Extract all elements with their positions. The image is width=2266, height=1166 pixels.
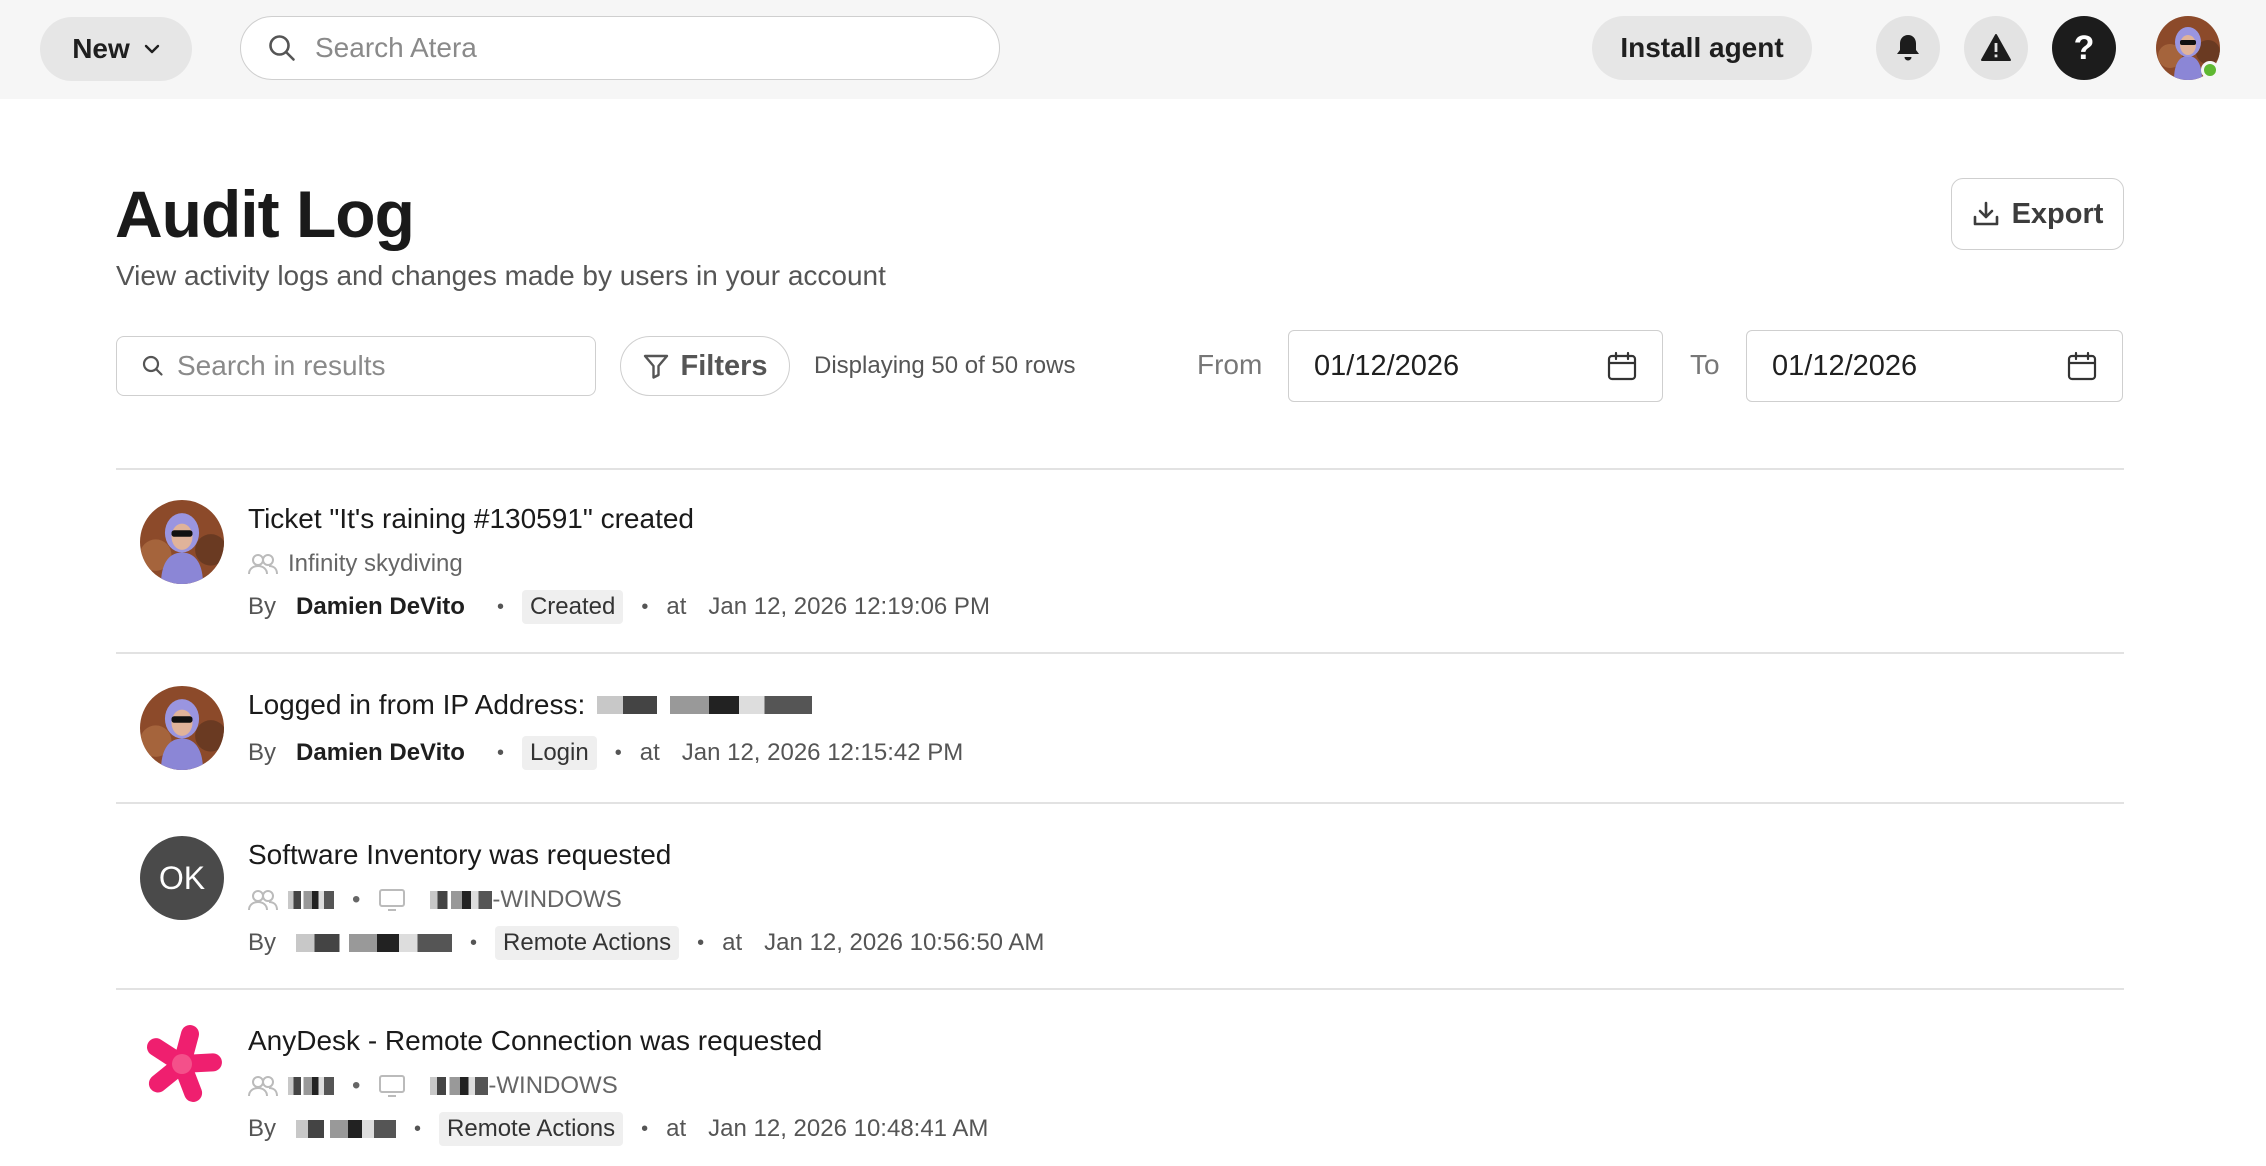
entry-timestamp: Jan 12, 2026 10:48:41 AM — [708, 1115, 989, 1142]
install-agent-button[interactable]: Install agent — [1592, 16, 1812, 80]
row-count: Displaying 50 of 50 rows — [814, 352, 1076, 379]
entry-user-name[interactable]: Damien DeVito — [296, 593, 465, 621]
redacted-ip-address — [597, 696, 813, 714]
to-date-value: 01/12/2026 — [1772, 349, 1918, 382]
redacted-customer — [288, 1077, 334, 1095]
by-label: By — [248, 929, 277, 956]
entry-title[interactable]: Logged in from IP Address: — [248, 689, 813, 721]
entry-action-tag: Login — [521, 736, 597, 770]
entry-customer[interactable]: Infinity skydiving — [288, 550, 463, 578]
by-label: By — [248, 593, 277, 620]
entry-action-tag: Remote Actions — [439, 1112, 624, 1146]
search-icon — [269, 35, 295, 61]
help-button[interactable]: ? — [2052, 16, 2116, 80]
entry-user-avatar — [140, 500, 224, 584]
online-status-indicator — [2201, 61, 2219, 79]
entry-timestamp: Jan 12, 2026 12:15:42 PM — [681, 739, 964, 766]
calendar-icon[interactable] — [1606, 350, 1638, 382]
device-suffix: -WINDOWS — [488, 1072, 618, 1099]
entry-user-avatar: OK — [140, 836, 224, 920]
anydesk-logo — [140, 1022, 224, 1106]
redacted-user-name — [296, 934, 453, 952]
redacted-user-name — [296, 1120, 397, 1138]
chevron-down-icon — [144, 44, 159, 54]
export-button[interactable]: Export — [1951, 178, 2124, 250]
filters-label: Filters — [680, 349, 768, 382]
at-label: at — [666, 1115, 687, 1142]
entry-user-avatar — [140, 686, 224, 770]
at-label: at — [722, 929, 743, 956]
list-divider — [116, 988, 2124, 990]
global-search-input[interactable] — [315, 32, 915, 64]
entry-meta: • -WINDOWS — [248, 1072, 618, 1100]
results-search-input[interactable] — [177, 350, 577, 382]
entry-byline: By Damien DeVito • Created • at Jan 12, … — [248, 590, 990, 624]
entry-timestamp: Jan 12, 2026 10:56:50 AM — [764, 929, 1045, 956]
entry-title[interactable]: Software Inventory was requested — [248, 839, 671, 871]
results-search-box[interactable] — [116, 336, 596, 396]
at-label: at — [666, 593, 687, 620]
to-date-field[interactable]: 01/12/2026 — [1746, 330, 2123, 402]
global-search-box[interactable] — [240, 16, 1000, 80]
list-divider — [116, 802, 2124, 804]
from-date-field[interactable]: 01/12/2026 — [1288, 330, 1663, 402]
from-label: From — [1197, 349, 1263, 380]
entry-device[interactable]: -WINDOWS — [430, 886, 622, 914]
entry-action-tag: Created — [521, 590, 624, 624]
page-title: Audit Log — [115, 177, 415, 251]
alerts-button[interactable] — [1964, 16, 2028, 80]
redacted-customer — [288, 891, 334, 909]
search-icon — [142, 355, 163, 376]
entry-byline: By • Remote Actions • at Jan 12, 2026 10… — [248, 926, 1044, 960]
page-subtitle: View activity logs and changes made by u… — [116, 260, 886, 291]
new-button-label: New — [72, 33, 130, 64]
bell-icon — [1897, 35, 1919, 61]
entry-title[interactable]: Ticket "It's raining #130591" created — [248, 503, 694, 535]
monitor-icon — [379, 889, 406, 911]
from-date-value: 01/12/2026 — [1314, 349, 1460, 382]
at-label: at — [639, 739, 660, 766]
entry-title[interactable]: AnyDesk - Remote Connection was requeste… — [248, 1025, 822, 1057]
users-icon — [248, 1076, 278, 1097]
entry-user-name[interactable]: Damien DeVito — [296, 739, 465, 767]
filters-button[interactable]: Filters — [620, 336, 790, 396]
download-icon — [1973, 201, 1998, 226]
entry-byline: By • Remote Actions • at Jan 12, 2026 10… — [248, 1112, 988, 1146]
entry-meta: Infinity skydiving — [248, 550, 463, 578]
users-icon — [248, 890, 278, 911]
list-divider — [116, 468, 2124, 470]
calendar-icon[interactable] — [2066, 350, 2098, 382]
entry-meta: • -WINDOWS — [248, 886, 622, 914]
monitor-icon — [379, 1075, 406, 1097]
entry-action-tag: Remote Actions — [495, 926, 680, 960]
by-label: By — [248, 739, 277, 766]
device-suffix: -WINDOWS — [492, 886, 622, 913]
warning-icon — [1981, 34, 2011, 61]
list-divider — [116, 652, 2124, 654]
entry-timestamp: Jan 12, 2026 12:19:06 PM — [708, 593, 990, 620]
by-label: By — [248, 1115, 277, 1142]
to-label: To — [1690, 349, 1720, 380]
entry-byline: By Damien DeVito • Login • at Jan 12, 20… — [248, 736, 963, 770]
entry-title-text: Logged in from IP Address: — [248, 689, 586, 720]
top-bar: New Install agent ? — [0, 0, 2266, 99]
entry-device[interactable]: -WINDOWS — [430, 1072, 618, 1100]
users-icon — [248, 554, 278, 575]
new-button[interactable]: New — [40, 17, 192, 81]
filter-icon — [644, 354, 669, 379]
notifications-button[interactable] — [1876, 16, 1940, 80]
export-label: Export — [2011, 197, 2104, 230]
